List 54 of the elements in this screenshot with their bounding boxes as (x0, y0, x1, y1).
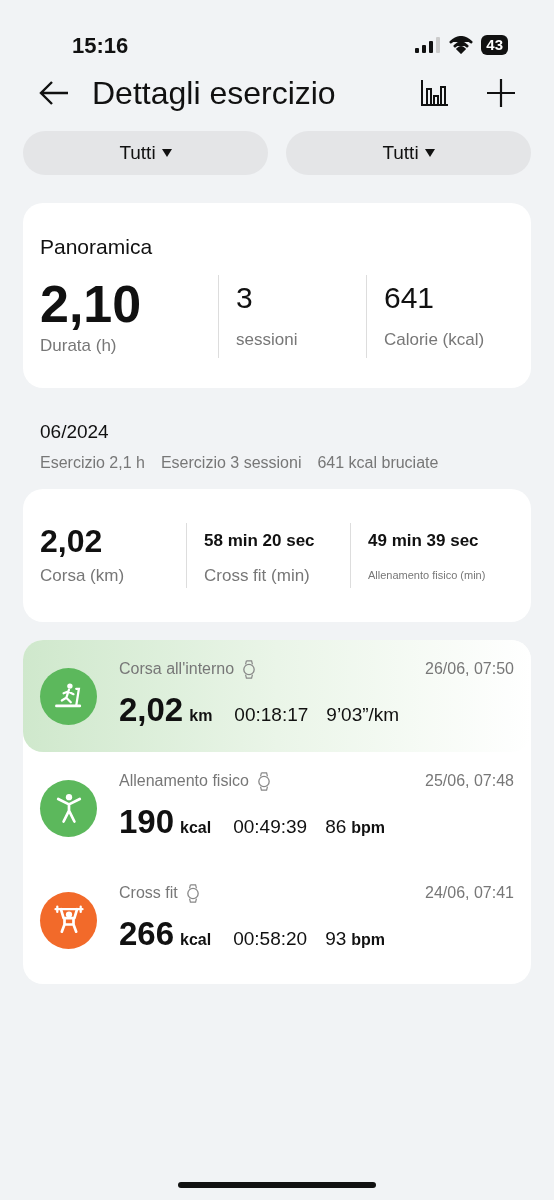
activity-unit: kcal (180, 930, 212, 951)
activity-row[interactable]: Corsa all'interno 26/06, 07:50 2,02 km 00:18:17 9’03”/km (23, 640, 531, 752)
stat-value: 2,10 (40, 274, 143, 333)
activity-date: 24/06, 07:41 (425, 883, 514, 904)
total-value: 49 min 39 sec (368, 529, 480, 552)
filter-dropdown[interactable]: Tutti (286, 131, 531, 175)
add-button[interactable] (486, 78, 516, 108)
watch-icon (185, 883, 200, 903)
stat-value: 3 (236, 279, 254, 316)
total-label: Corsa (km) (40, 564, 126, 587)
activity-rate: 9’03”/km (326, 703, 400, 728)
activity-date: 25/06, 07:48 (425, 771, 514, 792)
activity-duration: 00:49:39 (233, 815, 308, 840)
total-label: Cross fit (min) (204, 564, 311, 587)
activity-duration: 00:58:20 (233, 927, 308, 952)
activity-value: 266 (119, 914, 175, 955)
signal-icon (415, 37, 442, 53)
stat-label: Calorie (kcal) (384, 328, 486, 351)
activity-rate: 86 (325, 815, 347, 840)
total-value: 2,02 (40, 522, 104, 559)
dropdown-caret-icon (424, 149, 435, 157)
status-time: 15:16 (72, 31, 129, 60)
stat-label: Durata (h) (40, 334, 118, 357)
activity-name: Corsa all'interno (119, 659, 235, 680)
activity-unit: kcal (180, 818, 212, 839)
rate-unit: bpm (351, 818, 386, 839)
month-title: 06/2024 (40, 420, 110, 444)
month-summary: Esercizio 3 sessioni (160, 452, 302, 473)
activity-unit: km (189, 706, 213, 727)
activity-value: 190 (119, 802, 175, 843)
activity-name: Cross fit (119, 883, 178, 904)
filter-dropdown[interactable]: Tutti (23, 131, 268, 175)
activity-date: 26/06, 07:50 (425, 659, 514, 680)
page-title: Dettagli esercizio (92, 74, 337, 113)
watch-icon (256, 771, 271, 791)
total-value: 58 min 20 sec (204, 529, 316, 552)
month-summary: Esercizio 2,1 h (40, 452, 145, 473)
rate-unit: bpm (351, 930, 386, 951)
activity-value: 2,02 (119, 690, 184, 731)
activity-rate: 93 (325, 927, 347, 952)
activity-name: Allenamento fisico (119, 771, 249, 792)
watch-icon (242, 659, 257, 679)
month-summary: 641 kcal bruciate (317, 452, 439, 473)
activity-row[interactable]: Allenamento fisico 25/06, 07:48 190 kcal 00:49:39 86 bpm (23, 752, 531, 864)
activity-duration: 00:18:17 (234, 703, 309, 728)
stat-value: 641 (384, 279, 436, 316)
card-title: Panoramica (40, 234, 154, 260)
bar-chart-icon[interactable] (420, 79, 450, 107)
dropdown-caret-icon (161, 149, 172, 157)
battery-level: 43 (481, 35, 508, 55)
activity-row[interactable]: Cross fit 24/06, 07:41 266 kcal 00:58:20 93 bpm (23, 864, 531, 976)
total-label: Allenamento fisico (min) (368, 567, 487, 583)
wifi-icon (449, 36, 474, 54)
stat-label: sessioni (236, 328, 299, 351)
